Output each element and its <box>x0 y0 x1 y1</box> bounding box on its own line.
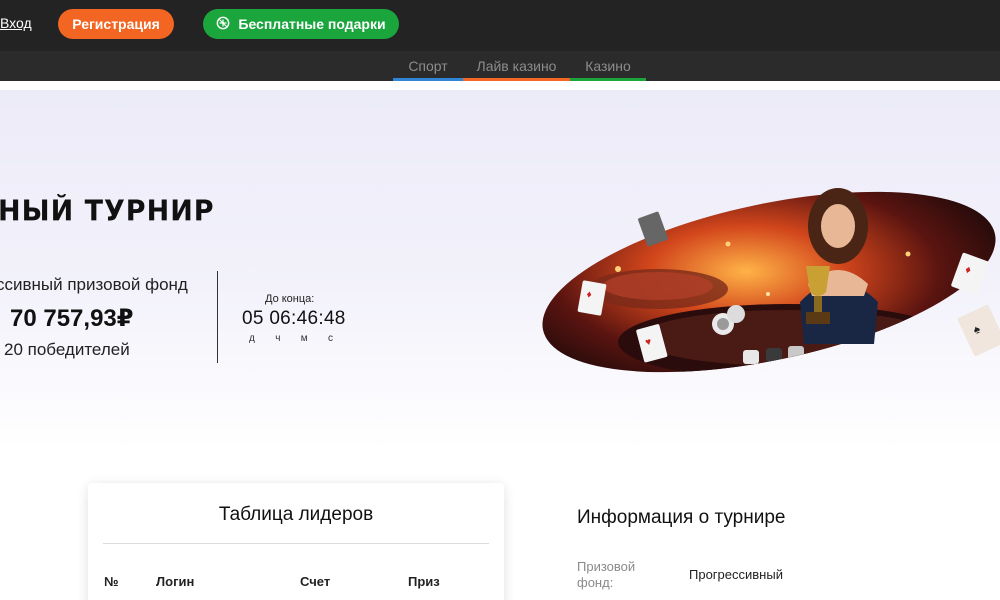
tab-live-casino[interactable]: Лайв казино <box>463 51 570 81</box>
column-score: Счет <box>300 574 331 589</box>
unit-days: д <box>249 333 255 344</box>
gift-icon <box>216 16 230 33</box>
unit-minutes: м <box>300 333 308 344</box>
tournament-info-title: Информация о турнире <box>577 507 786 528</box>
tab-live-casino-label: Лайв казино <box>476 58 557 74</box>
unit-hours: ч <box>275 333 281 344</box>
tab-live-casino-underline <box>463 78 570 81</box>
unit-seconds: с <box>327 333 333 344</box>
free-gifts-button[interactable]: Бесплатные подарки <box>203 9 399 39</box>
tab-sport-label: Спорт <box>408 58 448 74</box>
hero-divider <box>217 271 218 363</box>
countdown-label: До конца: <box>265 293 315 305</box>
prize-fund-amount: 70 757,93₽ <box>10 305 134 332</box>
tab-sport-underline <box>393 78 463 81</box>
top-bar: Вход Регистрация Бесплатные подарки <box>0 0 1000 51</box>
winners-count: 20 победителей <box>4 340 130 359</box>
countdown-units: д ч м с <box>249 333 333 344</box>
leaderboard-title: Таблица лидеров <box>218 504 374 525</box>
leaderboard-divider <box>103 543 489 544</box>
tab-casino-label: Казино <box>585 58 631 74</box>
tournament-hero: НЫЙ ТУРНИР ссивный призовой фонд 70 757,… <box>0 90 1000 450</box>
category-nav: Спорт Лайв казино Казино <box>0 51 1000 81</box>
column-rank: № <box>104 574 119 589</box>
tab-sport[interactable]: Спорт <box>393 51 463 81</box>
countdown-timer: 05 06:46:48 <box>242 308 346 329</box>
free-gifts-label: Бесплатные подарки <box>238 16 386 32</box>
login-link[interactable]: Вход <box>0 15 32 31</box>
column-prize: Приз <box>408 574 440 589</box>
casino-banner-image: ♦ ♥ ♦ ♠ <box>538 174 1000 390</box>
register-button[interactable]: Регистрация <box>58 9 174 39</box>
tab-casino[interactable]: Казино <box>570 51 646 81</box>
info-value-prize-fund: Прогрессивный <box>689 567 783 582</box>
leaderboard-card: Таблица лидеров № Логин Счет Приз <box>88 483 504 600</box>
prize-fund-label: ссивный призовой фонд <box>0 275 188 294</box>
info-key-prize-fund: Призовой фонд: <box>577 559 636 590</box>
column-login: Логин <box>156 574 195 589</box>
tournament-title: НЫЙ ТУРНИР <box>0 195 215 228</box>
tab-casino-underline <box>570 78 646 81</box>
